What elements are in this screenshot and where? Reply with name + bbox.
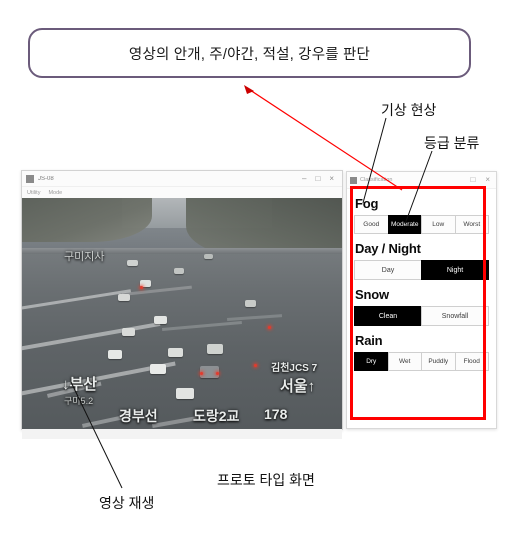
rain-option-puddly[interactable]: Puddly bbox=[421, 352, 455, 371]
vehicle bbox=[204, 254, 213, 259]
overlay-junction-label: 김천JCS 7 bbox=[271, 363, 318, 374]
pointer-arrowhead-red bbox=[244, 85, 254, 94]
callout-text: 영상의 안개, 주/야간, 적설, 강우를 판단 bbox=[128, 46, 371, 63]
overlay-marker-label: 178 bbox=[264, 406, 288, 422]
overlay-route-label: 경부선 bbox=[119, 408, 158, 424]
vehicle bbox=[174, 268, 184, 274]
group-title-fog: Fog bbox=[355, 196, 379, 211]
minimize-icon[interactable]: – bbox=[302, 174, 306, 183]
panel-window-controls[interactable]: □ × bbox=[470, 176, 490, 184]
group-snow: Snow Clean Snowfall bbox=[352, 287, 491, 326]
daynight-option-night[interactable]: Night bbox=[421, 260, 489, 280]
close-icon[interactable]: × bbox=[329, 174, 334, 183]
option-row-fog[interactable]: Good Moderate Low Worst bbox=[354, 215, 489, 234]
video-window-controls[interactable]: – □ × bbox=[302, 174, 334, 183]
snow-option-snowfall[interactable]: Snowfall bbox=[421, 306, 489, 326]
callout-box: 영상의 안개, 주/야간, 적설, 강우를 판단 bbox=[28, 28, 471, 78]
vehicle bbox=[154, 316, 167, 324]
group-title-rain: Rain bbox=[355, 333, 383, 348]
overlay-destination-up: 서울↑ bbox=[280, 375, 315, 396]
vehicle bbox=[108, 350, 122, 359]
vehicle bbox=[122, 328, 135, 336]
fog-option-low[interactable]: Low bbox=[421, 215, 455, 234]
app-icon bbox=[26, 174, 34, 183]
fog-option-moderate[interactable]: Moderate bbox=[387, 215, 421, 234]
vehicle bbox=[127, 260, 138, 266]
video-window-statusbar bbox=[22, 429, 342, 439]
video-window-titlebar[interactable]: JS-08 – □ × bbox=[22, 171, 342, 187]
video-player-window[interactable]: JS-08 – □ × Utility Mode 구미지사 ↓부산 구미5.2 … bbox=[21, 170, 343, 439]
menu-item-utility[interactable]: Utility bbox=[27, 190, 40, 196]
option-row-snow[interactable]: Clean Snowfall bbox=[354, 306, 489, 326]
brake-light bbox=[268, 326, 271, 329]
brake-light bbox=[254, 364, 257, 367]
group-title-snow: Snow bbox=[355, 287, 389, 302]
fog-option-good[interactable]: Good bbox=[354, 215, 388, 234]
overlay-destination-up-label: 서울 bbox=[280, 378, 308, 395]
annotation-prototype-screen: 프로토 타입 화면 bbox=[217, 472, 315, 488]
video-window-title: JS-08 bbox=[38, 175, 54, 182]
menu-item-mode[interactable]: Mode bbox=[48, 190, 62, 196]
brake-light bbox=[216, 372, 219, 375]
panel-window-titlebar[interactable]: Classification □ × bbox=[347, 172, 496, 189]
maximize-icon[interactable]: □ bbox=[315, 174, 320, 183]
arrow-up-icon: ↑ bbox=[307, 378, 316, 395]
group-day-night: Day / Night Day Night bbox=[352, 241, 491, 280]
vehicle bbox=[118, 294, 130, 301]
overlay-distance-label: 구미5.2 bbox=[64, 396, 94, 406]
classification-panel-window[interactable]: Classification □ × Fog Good Moderate Low… bbox=[346, 171, 497, 429]
group-fog: Fog Good Moderate Low Worst bbox=[352, 196, 491, 234]
group-rain: Rain Dry Wet Puddly Flood bbox=[352, 333, 491, 371]
video-canvas[interactable]: 구미지사 ↓부산 구미5.2 경부선 도랑2교 178 김천JCS 7 서울↑ bbox=[22, 198, 342, 429]
brake-light bbox=[200, 372, 203, 375]
fog-option-worst[interactable]: Worst bbox=[454, 215, 489, 234]
annotation-grade-classification: 등급 분류 bbox=[424, 135, 480, 151]
daynight-option-day[interactable]: Day bbox=[354, 260, 421, 280]
vehicle bbox=[176, 388, 194, 399]
overlay-destination-down-label: 부산 bbox=[69, 376, 98, 393]
annotation-video-playback: 영상 재생 bbox=[99, 495, 155, 511]
option-row-day-night[interactable]: Day Night bbox=[354, 260, 489, 280]
app-icon bbox=[350, 176, 357, 184]
rain-option-wet[interactable]: Wet bbox=[387, 352, 421, 371]
maximize-icon[interactable]: □ bbox=[470, 176, 475, 184]
option-row-rain[interactable]: Dry Wet Puddly Flood bbox=[354, 352, 489, 371]
vehicle bbox=[245, 300, 256, 307]
snow-option-clean[interactable]: Clean bbox=[354, 306, 421, 326]
overlay-office-label: 구미지사 bbox=[64, 251, 105, 263]
hill-left bbox=[22, 198, 152, 242]
vehicle bbox=[168, 348, 183, 357]
annotation-weather-phenomenon: 기상 현상 bbox=[381, 102, 437, 118]
video-window-menubar[interactable]: Utility Mode bbox=[22, 187, 342, 198]
overlay-bridge-label: 도랑2교 bbox=[193, 408, 240, 424]
classification-panel-body: Fog Good Moderate Low Worst Day / Night … bbox=[347, 189, 496, 428]
brake-light bbox=[140, 286, 143, 289]
close-icon[interactable]: × bbox=[485, 176, 490, 184]
rain-option-dry[interactable]: Dry bbox=[354, 352, 388, 371]
arrow-down-icon: ↓ bbox=[62, 376, 70, 393]
rain-option-flood[interactable]: Flood bbox=[454, 352, 489, 371]
vehicle bbox=[150, 364, 166, 374]
overlay-destination-down: ↓부산 bbox=[62, 373, 97, 394]
group-title-day-night: Day / Night bbox=[355, 241, 421, 256]
panel-window-title: Classification bbox=[360, 177, 393, 183]
vehicle bbox=[207, 344, 223, 354]
